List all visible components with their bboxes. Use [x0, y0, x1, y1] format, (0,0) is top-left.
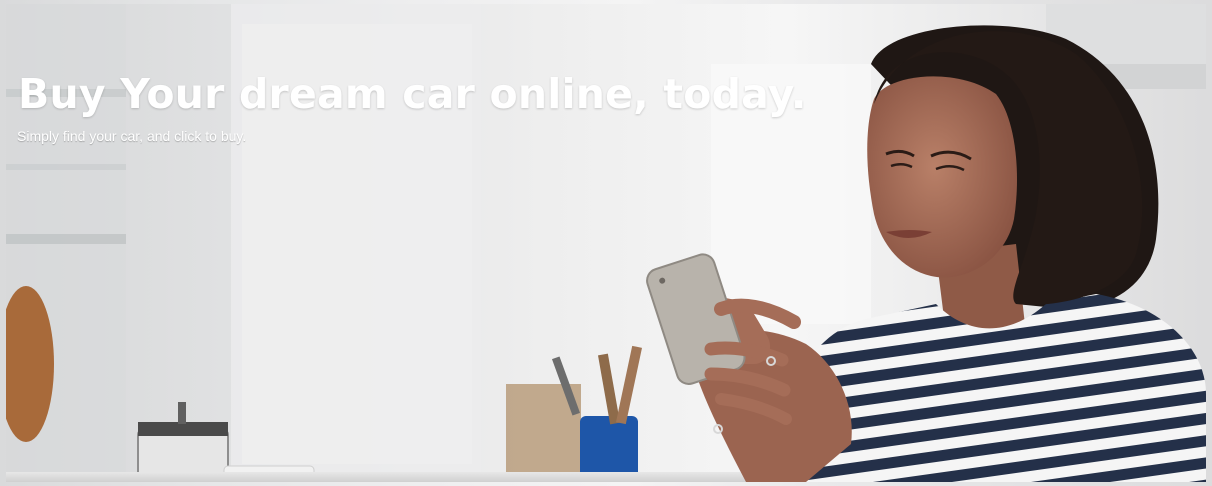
hero-subtitle: Simply find your car, and click to buy. [17, 128, 247, 144]
hero-title: Buy Your dream car online, today. [18, 70, 807, 118]
hero-banner: Buy Your dream car online, today. Simply… [0, 0, 1212, 486]
